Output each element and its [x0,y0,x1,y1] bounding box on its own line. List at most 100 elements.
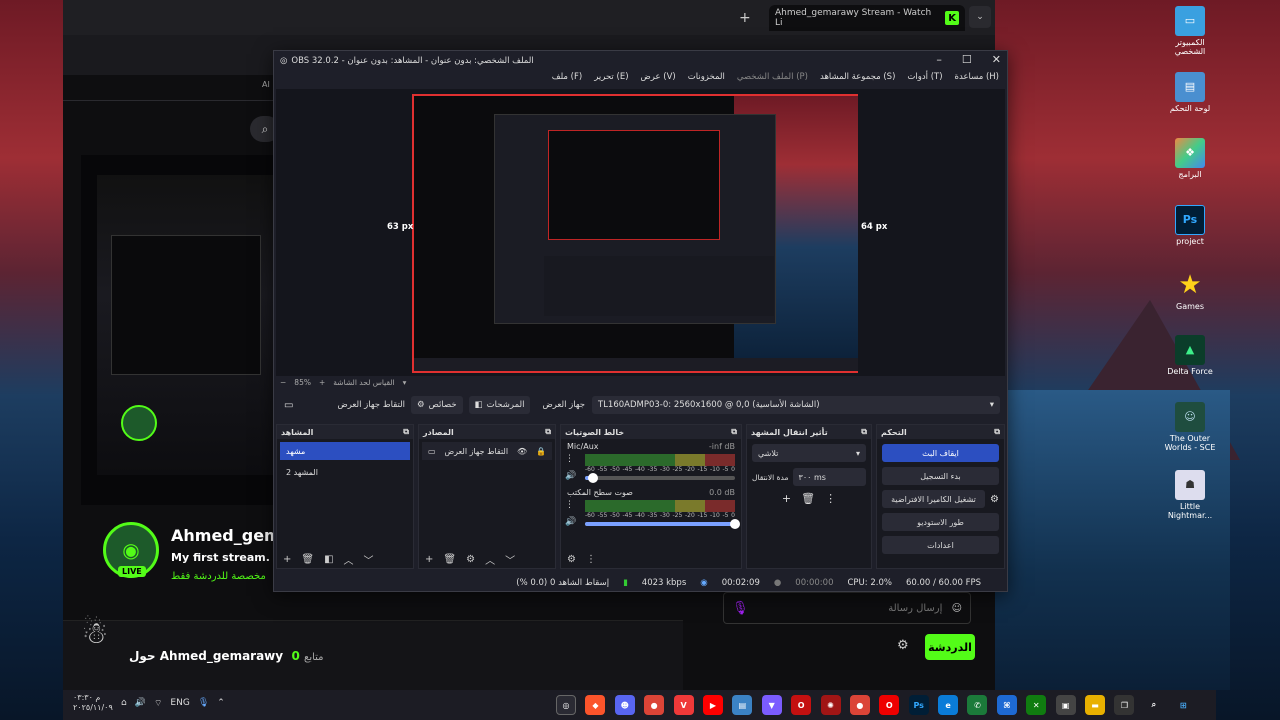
menu-edit[interactable]: تحرير (E) [588,70,634,88]
undock-icon[interactable]: ⧉ [994,427,1000,437]
channel-name[interactable]: Ahmed_gem [171,526,281,545]
xbox-icon[interactable]: ✕ [1026,695,1047,715]
add-icon[interactable]: + [782,492,791,505]
obs-taskbar-icon[interactable]: ◎ [556,695,576,715]
scene-item[interactable]: مشهد [280,442,410,460]
scene-item[interactable]: المشهد 2 [280,463,410,481]
more-icon[interactable]: ⋮ [565,454,574,464]
vivaldi-icon[interactable]: V [673,695,694,715]
chat-send-button[interactable]: الدردشة [925,634,975,660]
opera-icon[interactable]: O [791,695,812,715]
vpn-icon[interactable]: ▼ [761,695,782,715]
edge-icon[interactable]: e [938,695,959,715]
menu-tools[interactable]: أدوات (T) [901,70,948,88]
chrome-alt-icon[interactable]: ● [849,695,870,715]
desktop-icon-control-panel[interactable]: ▤ لوحة التحكم [1163,72,1217,114]
speaker-icon[interactable]: 🔊 [565,471,576,481]
zoom-out-button[interactable]: − [280,378,286,387]
desktop-icon-delta-force[interactable]: ▲ Delta Force [1163,335,1217,377]
more-icon[interactable]: ⋮ [586,554,596,565]
move-up-icon[interactable]: ︿ [344,552,354,567]
chevron-up-icon[interactable]: ⌃ [217,698,225,709]
photoshop-icon[interactable]: Ps [908,695,929,715]
trash-icon[interactable]: 🗑 [801,492,815,505]
close-icon[interactable]: ✕ [992,53,1001,66]
youtube-icon[interactable]: ▶ [702,695,723,715]
properties-button[interactable]: ⚙ خصائص [411,396,463,414]
preview-canvas[interactable] [412,94,858,373]
more-icon[interactable]: ⋮ [565,500,574,510]
ai-label[interactable]: AI [262,80,270,89]
new-tab-button[interactable]: + [739,10,751,26]
source-item[interactable]: ▭ التقاط جهاز العرض 👁 🔒 [422,442,552,460]
taskbar-clock[interactable]: م ٠٣:٣٠ ٢٠٢٥/١١/٠٩ [73,693,113,714]
chat-input[interactable]: 🎙 إرسال رسالة ☺ [723,592,971,624]
desktop-icon-programs[interactable]: ❖ البرامج [1163,138,1217,180]
microphone-icon[interactable]: 🎙 [732,601,749,616]
volume-slider[interactable]: 🔊 [565,517,740,529]
store-icon[interactable]: ▣ [1055,695,1076,715]
chrome-icon[interactable]: ● [644,695,665,715]
speaker-icon[interactable]: 🔊 [565,517,576,527]
move-up-icon[interactable]: ︿ [485,552,495,567]
tab-list-chevron-icon[interactable]: ⌄ [969,6,991,28]
obs-preview[interactable]: 63 px 64 px [276,89,1005,376]
trash-icon[interactable]: 🗑 [301,554,314,565]
menu-docks[interactable]: المخزونات [682,70,731,88]
volume-icon[interactable]: 🔊 [135,698,146,709]
undock-icon[interactable]: ⧉ [403,427,409,437]
emoji-icon[interactable]: ☺ [952,603,962,614]
undock-icon[interactable]: ⧉ [861,427,867,437]
desktop-icon-computer[interactable]: ▭ الكمبيوتر الشخصي [1163,6,1217,57]
start-recording-button[interactable]: بدء التسجيل [882,467,999,485]
maximize-icon[interactable]: ☐ [962,53,972,66]
menu-profile[interactable]: الملف الشخصي (P) [731,70,814,88]
duration-input[interactable]: ٣٠٠ ms [792,468,866,486]
move-down-icon[interactable]: ﹀ [364,552,374,567]
vscode-icon[interactable]: ⌘ [996,695,1017,715]
wifi-icon[interactable]: ⌔ [154,698,162,709]
settings-button[interactable]: اعدادات [882,536,999,554]
transition-type-select[interactable]: تلاشي ▾ [752,444,866,462]
gear-icon[interactable]: ⚙ [567,554,576,565]
more-icon[interactable]: ⋮ [825,492,836,505]
desktop-icon-games[interactable]: ★ Games [1163,270,1217,312]
add-icon[interactable]: + [425,554,433,565]
desktop-icon-little-nightmares[interactable]: ☗ Little Nightmar... [1163,470,1217,521]
menu-view[interactable]: عرض (V) [635,70,682,88]
task-view-icon[interactable]: ❐ [1114,695,1135,715]
minimize-icon[interactable]: – [936,53,942,66]
zoom-in-button[interactable]: + [319,378,325,387]
desktop-icon-outer-worlds[interactable]: ☺ The Outer Worlds - SCE [1163,402,1217,453]
language-indicator[interactable]: ENG [170,698,189,709]
gear-icon[interactable]: ⚙ [466,554,475,565]
menu-help[interactable]: مساعدة (H) [949,70,1005,88]
app-red-icon[interactable]: ✺ [820,695,841,715]
filter-icon[interactable]: ◧ [324,554,333,565]
zoom-dropdown-chevron-icon[interactable]: ▾ [403,378,407,387]
browser-tab-active[interactable]: Ahmed_gemarawy Stream - Watch Li K [769,5,965,31]
menu-scene-collection[interactable]: مجموعة المشاهد (S) [814,70,901,88]
chat-settings-gear-icon[interactable]: ⚙ [897,638,909,653]
zoom-fit-label[interactable]: القياس لحد الشاشة [333,378,394,387]
notes-icon[interactable]: ▤ [732,695,753,715]
undock-icon[interactable]: ⧉ [545,427,551,437]
discord-icon[interactable]: ☻ [614,695,635,715]
network-icon[interactable]: ⌂ [121,698,127,709]
desktop-icon-project[interactable]: Ps project [1163,205,1217,247]
menu-file[interactable]: ملف (F) [546,70,588,88]
eye-icon[interactable]: 👁 [517,447,527,456]
lock-icon[interactable]: 🔒 [536,447,546,456]
folder-icon[interactable]: ▬ [1085,695,1106,715]
brave-icon[interactable]: ◆ [585,695,606,715]
filters-button[interactable]: ◧ المرشحات [468,396,531,414]
undock-icon[interactable]: ⧉ [731,427,737,437]
stream-category[interactable]: مخصصة للدردشة فقط [171,571,266,582]
opera-gx-icon[interactable]: O [879,695,900,715]
gear-icon[interactable]: ⚙ [990,494,999,505]
whatsapp-icon[interactable]: ✆ [967,695,988,715]
add-icon[interactable]: + [283,554,291,565]
move-down-icon[interactable]: ﹀ [505,552,515,567]
studio-mode-button[interactable]: طور الاستوديو [882,513,999,531]
stop-streaming-button[interactable]: ايقاف البث [882,444,999,462]
